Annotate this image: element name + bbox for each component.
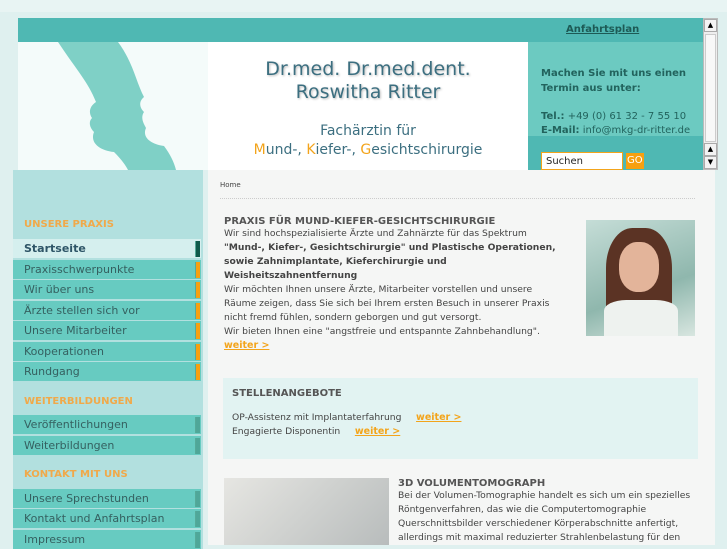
job-title: OP-Assistenz mit Implantaterfahrung (232, 412, 402, 423)
tomograph-heading: 3D VOLUMENTOMOGRAPH (398, 478, 546, 489)
doctor-name: Roswitha Ritter (295, 81, 441, 103)
go-button[interactable]: GO (626, 153, 644, 169)
nav-startseite[interactable]: Startseite (13, 239, 203, 258)
scrollbar[interactable]: ▲ ▲ ▼ (703, 18, 718, 170)
doctor-title: Dr.med. Dr.med.dent. (265, 58, 471, 80)
nav-rundgang[interactable]: Rundgang (13, 362, 203, 381)
jobs-section: STELLENANGEBOTE OP-Assistenz mit Implant… (223, 378, 698, 459)
intro-heading: PRAXIS FÜR MUND-KIEFER-GESICHTSCHIRURGIE (224, 216, 496, 227)
right-strip (715, 170, 727, 545)
nav-weiterbildungen[interactable]: Weiterbildungen (13, 436, 203, 455)
contact-message: Machen Sie mit uns einen Termin aus unter… (541, 68, 687, 94)
top-strip (0, 0, 727, 12)
anfahrtsplan-link[interactable]: Anfahrtsplan (566, 24, 639, 35)
divider (220, 198, 695, 199)
section-title: WEITERBILDUNGEN (24, 396, 133, 407)
contact-details: Tel.: +49 (0) 61 32 - 7 55 10 E-Mail: inf… (541, 111, 691, 136)
nav-praxisschwerpunkte[interactable]: Praxisschwerpunkte (13, 260, 203, 279)
intro-section: PRAXIS FÜR MUND-KIEFER-GESICHTSCHIRURGIE… (224, 216, 564, 353)
nav-impressum[interactable]: Impressum (13, 530, 203, 549)
intro-more-link[interactable]: weiter > (224, 340, 269, 351)
section-title: UNSERE PRAXIS (24, 219, 114, 230)
scroll-down-icon[interactable]: ▼ (704, 156, 717, 169)
site-title: Dr.med. Dr.med.dent. Roswitha Ritter Fach… (208, 42, 528, 170)
nav-mitarbeiter[interactable]: Unsere Mitarbeiter (13, 321, 203, 340)
specialty-label: Fachärztin für (320, 123, 416, 139)
contact-panel (528, 42, 705, 170)
breadcrumb[interactable]: Home (220, 181, 241, 189)
jobs-heading: STELLENANGEBOTE (232, 388, 342, 399)
specialty: Mund-, Kiefer-, Gesichtschirurgie (253, 142, 483, 158)
doctor-photo (586, 220, 695, 336)
nav-kooperationen[interactable]: Kooperationen (13, 342, 203, 361)
face-logo (18, 42, 208, 170)
nav-aerzte[interactable]: Ärzte stellen sich vor (13, 301, 203, 320)
job-more-link[interactable]: weiter > (355, 426, 400, 437)
search-input[interactable]: Suchen (541, 152, 623, 170)
main-content: Home PRAXIS FÜR MUND-KIEFER-GESICHTSCHIR… (208, 170, 715, 545)
job-title: Engagierte Disponentin (232, 426, 341, 437)
phone: +49 (0) 61 32 - 7 55 10 (564, 111, 687, 122)
face-silhouette-icon (58, 42, 208, 170)
scroll-up-icon[interactable]: ▲ (704, 143, 717, 156)
section-title: KONTAKT MIT UNS (24, 469, 128, 480)
scroll-up-icon[interactable]: ▲ (704, 19, 717, 32)
tomograph-section: 3D VOLUMENTOMOGRAPH Bei der Volumen-Tomo… (398, 478, 698, 545)
sidebar-nav: UNSERE PRAXIS Startseite Praxisschwerpun… (13, 170, 203, 549)
job-more-link[interactable]: weiter > (416, 412, 461, 423)
tomograph-photo (224, 478, 389, 545)
nav-sprechstunden[interactable]: Unsere Sprechstunden (13, 489, 203, 508)
scroll-thumb[interactable] (705, 34, 716, 142)
nav-wir-ueber-uns[interactable]: Wir über uns (13, 280, 203, 299)
nav-veroeffentlichungen[interactable]: Veröffentlichungen (13, 415, 203, 434)
tomograph-text: Bei der Volumen-Tomographie handelt es s… (398, 490, 691, 543)
nav-kontakt[interactable]: Kontakt und Anfahrtsplan (13, 509, 203, 528)
email-link[interactable]: info@mkg-dr-ritter.de (580, 125, 690, 136)
